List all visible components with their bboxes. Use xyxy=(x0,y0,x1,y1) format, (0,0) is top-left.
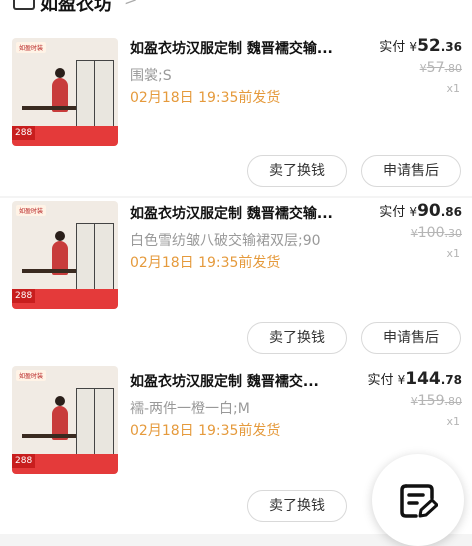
product-spec: 襦-两件一橙一白;M xyxy=(130,401,250,417)
thumbnail-screen xyxy=(94,60,114,134)
paid-amount-dec: .36 xyxy=(440,40,462,54)
sell-for-cash-button[interactable]: 卖了换钱 xyxy=(247,490,347,522)
original-amount-dec: .80 xyxy=(444,395,463,408)
ship-deadline: 02月18日 19:35前发货 xyxy=(130,90,281,106)
thumbnail-screen xyxy=(94,223,114,297)
after-sales-button[interactable]: 申请售后 xyxy=(361,155,461,187)
shop-name[interactable]: 如盈衣坊 xyxy=(40,0,112,16)
product-title[interactable]: 如盈衣坊汉服定制 魏晋襦交输... xyxy=(130,203,366,223)
product-spec: 围裳;S xyxy=(130,68,172,84)
product-thumbnail[interactable]: 如盈时装 288 xyxy=(12,201,118,309)
after-sales-button[interactable]: 申请售后 xyxy=(361,322,461,354)
paid-price: 实付 ¥52.36 xyxy=(379,36,462,56)
shop-icon xyxy=(13,0,35,10)
original-amount-int: 100 xyxy=(417,225,445,241)
ship-deadline: 02月18日 19:35前发货 xyxy=(130,423,281,439)
original-amount-int: 159 xyxy=(417,393,445,409)
paid-label: 实付 xyxy=(367,373,394,388)
thumbnail-price: 288 xyxy=(12,126,36,140)
paid-amount-dec: .78 xyxy=(440,373,462,387)
thumbnail-screen xyxy=(76,60,96,134)
thumbnail-tag: 如盈时装 xyxy=(16,205,47,216)
product-title[interactable]: 如盈衣坊汉服定制 魏晋襦交... xyxy=(130,371,352,391)
thumbnail-tag: 如盈时装 xyxy=(16,370,47,381)
quantity: x1 xyxy=(446,247,460,260)
feedback-fab[interactable] xyxy=(372,454,464,546)
chevron-right-icon[interactable]: > xyxy=(124,0,137,9)
paid-price: 实付 ¥90.86 xyxy=(379,201,462,221)
thumbnail-tag: 如盈时装 xyxy=(16,42,47,53)
original-price: ¥159.80 xyxy=(411,393,462,409)
thumbnail-figure-head xyxy=(55,231,65,241)
thumbnail-table xyxy=(22,269,76,273)
thumbnail-table xyxy=(22,106,76,110)
paid-label: 实付 xyxy=(379,40,406,55)
paid-amount-dec: .86 xyxy=(440,205,462,219)
paid-amount-int: 52 xyxy=(417,36,441,56)
product-thumbnail[interactable]: 如盈时装 288 xyxy=(12,366,118,474)
paid-label: 实付 xyxy=(379,205,406,220)
thumbnail-screen xyxy=(76,223,96,297)
thumbnail-screen xyxy=(76,388,96,462)
paid-price: 实付 ¥144.78 xyxy=(367,369,462,389)
shop-header[interactable]: 如盈衣坊 > xyxy=(0,0,472,28)
quantity: x1 xyxy=(446,82,460,95)
original-price: ¥57.80 xyxy=(420,60,462,76)
thumbnail-table xyxy=(22,434,76,438)
original-amount-int: 57 xyxy=(426,60,445,76)
sell-for-cash-button[interactable]: 卖了换钱 xyxy=(247,155,347,187)
thumbnail-figure-head xyxy=(55,68,65,78)
product-spec: 白色雪纺皱八破交输裙双层;90 xyxy=(130,233,321,249)
thumbnail-price: 288 xyxy=(12,454,36,468)
original-currency: ¥ xyxy=(419,62,427,75)
original-amount-dec: .30 xyxy=(444,227,463,240)
paid-currency: ¥ xyxy=(409,40,418,54)
feedback-edit-icon xyxy=(400,484,438,518)
order-card[interactable]: 如盈时装 288 如盈衣坊汉服定制 魏晋襦交输... 围裳;S 02月18日 1… xyxy=(0,28,472,196)
paid-amount-int: 144 xyxy=(405,369,441,389)
thumbnail-figure-head xyxy=(55,396,65,406)
thumbnail-screen xyxy=(94,388,114,462)
sell-for-cash-button[interactable]: 卖了换钱 xyxy=(247,322,347,354)
product-title[interactable]: 如盈衣坊汉服定制 魏晋襦交输... xyxy=(130,38,366,58)
original-currency: ¥ xyxy=(410,395,418,408)
paid-amount-int: 90 xyxy=(417,201,441,221)
original-price: ¥100.30 xyxy=(411,225,462,241)
original-currency: ¥ xyxy=(410,227,418,240)
original-amount-dec: .80 xyxy=(444,62,463,75)
product-thumbnail[interactable]: 如盈时装 288 xyxy=(12,38,118,146)
thumbnail-price: 288 xyxy=(12,289,36,303)
order-card[interactable]: 如盈时装 288 如盈衣坊汉服定制 魏晋襦交输... 白色雪纺皱八破交输裙双层;… xyxy=(0,198,472,366)
ship-deadline: 02月18日 19:35前发货 xyxy=(130,255,281,271)
paid-currency: ¥ xyxy=(409,205,418,219)
quantity: x1 xyxy=(446,415,460,428)
